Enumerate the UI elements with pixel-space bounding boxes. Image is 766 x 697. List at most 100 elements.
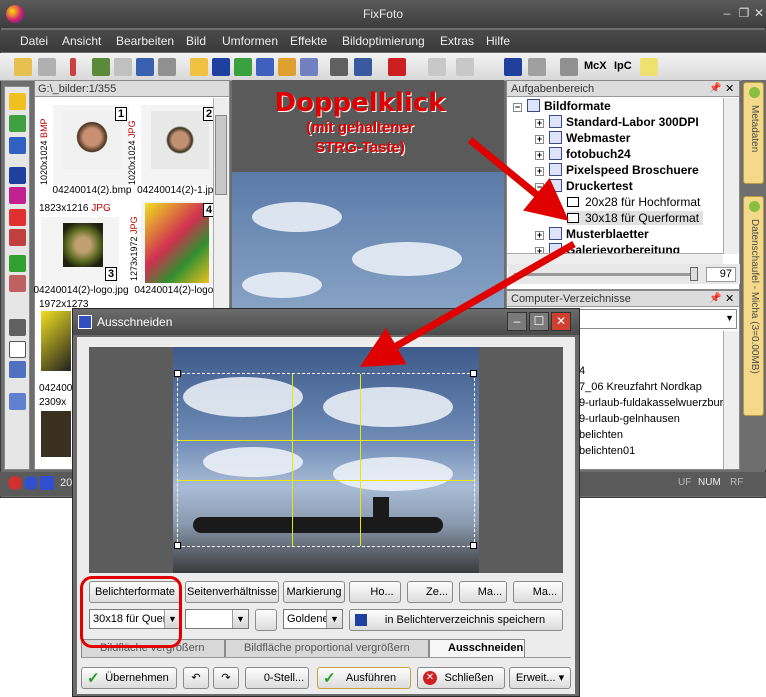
minimize-icon[interactable]: – xyxy=(720,6,734,20)
tab-clipboard[interactable]: Datenschaufel - Micha (3=0.00MB) xyxy=(743,196,764,416)
dir-item-4[interactable]: 9-urlaub-gelnhausen xyxy=(579,413,680,425)
layout-icon[interactable] xyxy=(190,58,208,76)
thumbnail-6[interactable] xyxy=(41,411,71,457)
tab-crop[interactable]: Ausschneiden xyxy=(429,639,525,657)
undo-icon[interactable] xyxy=(428,58,446,76)
tree-item-1[interactable]: + Standard-Labor 300DPI xyxy=(535,115,699,129)
channels-icon[interactable] xyxy=(9,229,26,246)
brush-icon[interactable] xyxy=(560,58,578,76)
thumbnail-3[interactable]: 3 xyxy=(41,217,119,285)
dir-scrollbar[interactable] xyxy=(723,331,739,469)
ratio-icon-button[interactable] xyxy=(255,609,277,631)
tree-subitem-2[interactable]: 30x18 für Querformat xyxy=(567,211,704,225)
stamp-icon[interactable] xyxy=(212,58,230,76)
monitor-icon[interactable] xyxy=(136,58,154,76)
resize-icon[interactable] xyxy=(9,393,26,410)
size-slider[interactable]: 97 xyxy=(508,264,740,284)
pin-icon[interactable]: 📌 xyxy=(709,83,721,94)
menu-ansicht[interactable]: Ansicht xyxy=(62,34,101,48)
max-button-1[interactable]: Ma... xyxy=(459,581,507,603)
rgb-icon[interactable] xyxy=(9,209,26,226)
thumbnail-1[interactable]: 1 xyxy=(53,105,129,185)
max-button-2[interactable]: Ma... xyxy=(513,581,563,603)
zoom-icon[interactable] xyxy=(354,58,372,76)
tree-item-5[interactable]: − Druckertest xyxy=(535,179,633,193)
ratio-select[interactable]: ▼ xyxy=(185,609,249,629)
save-to-folder-button[interactable]: in Belichterverzeichnis speichern xyxy=(349,609,563,631)
undo-button[interactable]: ↶ xyxy=(183,667,209,689)
folder-open-icon[interactable] xyxy=(14,58,32,76)
menu-bearbeiten[interactable]: Bearbeiten xyxy=(116,34,174,48)
tab-metadata[interactable]: Metadaten xyxy=(743,82,764,184)
thumbnail-5[interactable] xyxy=(41,311,71,371)
mcx-button[interactable]: McX xyxy=(584,60,607,72)
crop-preview[interactable] xyxy=(89,347,563,573)
tree-item-2[interactable]: + Webmaster xyxy=(535,131,630,145)
tree-item-7[interactable]: + Galerievorbereitung xyxy=(535,243,680,253)
gradient-icon[interactable] xyxy=(9,187,26,204)
extend-button[interactable]: Erweit... ▾ xyxy=(509,667,571,689)
eraser-icon[interactable] xyxy=(9,275,26,292)
tools-icon[interactable] xyxy=(158,58,176,76)
rect-select-icon[interactable] xyxy=(9,341,26,358)
tree-item-3[interactable]: + fotobuch24 xyxy=(535,147,631,161)
zero-button[interactable]: 0-Stell... xyxy=(245,667,309,689)
golden-select[interactable]: Goldene ▼ xyxy=(283,609,343,629)
slider-thumb[interactable] xyxy=(690,267,698,281)
restore-icon[interactable]: ❐ xyxy=(737,6,751,20)
redo-icon[interactable] xyxy=(456,58,474,76)
dialog-close-icon[interactable]: ✕ xyxy=(551,312,571,331)
print-icon[interactable] xyxy=(114,58,132,76)
dialog-maximize-icon[interactable]: ☐ xyxy=(529,312,549,331)
ipc-button[interactable]: IpC xyxy=(614,60,632,72)
tree-item-4[interactable]: + Pixelspeed Broschuere xyxy=(535,163,699,177)
panel-close-icon[interactable]: ✕ xyxy=(725,292,734,305)
pin-icon[interactable]: 📌 xyxy=(709,293,721,304)
crop-handle[interactable] xyxy=(470,370,477,377)
frame-icon[interactable] xyxy=(278,58,296,76)
menu-effekte[interactable]: Effekte xyxy=(290,34,327,48)
tree-item-root[interactable]: − Bildformate xyxy=(513,99,611,113)
save-icon[interactable] xyxy=(504,58,522,76)
color-wheel-icon[interactable] xyxy=(9,115,26,132)
pen-icon[interactable] xyxy=(70,58,76,76)
phone-icon[interactable] xyxy=(9,319,26,336)
dir-item-6[interactable]: belichten01 xyxy=(579,445,635,457)
sun-icon[interactable] xyxy=(9,93,26,110)
tree-subitem-1[interactable]: 20x28 für Hochformat xyxy=(567,195,700,209)
tab-expand-proportional[interactable]: Bildfläche proportional vergrößern xyxy=(225,639,429,657)
tab-seitenverhaeltnisse[interactable]: Seitenverhältnisse xyxy=(185,581,279,603)
dir-item-2[interactable]: 7_06 Kreuzfahrt Nordkap xyxy=(579,381,702,393)
scissors-icon[interactable] xyxy=(9,361,26,378)
filter-icon[interactable] xyxy=(9,255,26,272)
thumb-scroll-thumb[interactable] xyxy=(215,115,227,195)
thumbnail-4[interactable]: 4 xyxy=(141,201,217,285)
copy-icon[interactable] xyxy=(528,58,546,76)
camera-icon[interactable] xyxy=(38,58,56,76)
close-icon[interactable]: ✕ xyxy=(752,6,766,20)
tree-item-6[interactable]: + Musterblaetter xyxy=(535,227,649,241)
crop-rectangle[interactable] xyxy=(174,370,477,549)
histogram-icon[interactable] xyxy=(9,167,26,184)
crop-handle[interactable] xyxy=(174,370,181,377)
panel-close-icon[interactable]: ✕ xyxy=(725,82,734,95)
dir-item-3[interactable]: 9-urlaub-fuldakasselwuerzburg xyxy=(579,397,729,409)
crop-handle[interactable] xyxy=(470,542,477,549)
menu-bildoptimierung[interactable]: Bildoptimierung xyxy=(342,34,425,48)
menu-hilfe[interactable]: Hilfe xyxy=(486,34,510,48)
crop-icon[interactable] xyxy=(330,58,348,76)
center-button[interactable]: Ze... xyxy=(407,581,453,603)
sliders-icon[interactable] xyxy=(92,58,110,76)
landscape-icon[interactable] xyxy=(234,58,252,76)
horizontal-button[interactable]: Ho... xyxy=(349,581,401,603)
tasks-scrollbar[interactable] xyxy=(723,98,739,254)
menu-umformen[interactable]: Umformen xyxy=(222,34,278,48)
menu-bild[interactable]: Bild xyxy=(186,34,206,48)
menu-extras[interactable]: Extras xyxy=(440,34,474,48)
panel-icon[interactable] xyxy=(300,58,318,76)
curve-icon[interactable] xyxy=(9,137,26,154)
delete-icon[interactable] xyxy=(388,58,406,76)
thumbnail-2[interactable]: 2 xyxy=(141,105,217,185)
grid-icon[interactable] xyxy=(256,58,274,76)
redo-button[interactable]: ↷ xyxy=(213,667,239,689)
